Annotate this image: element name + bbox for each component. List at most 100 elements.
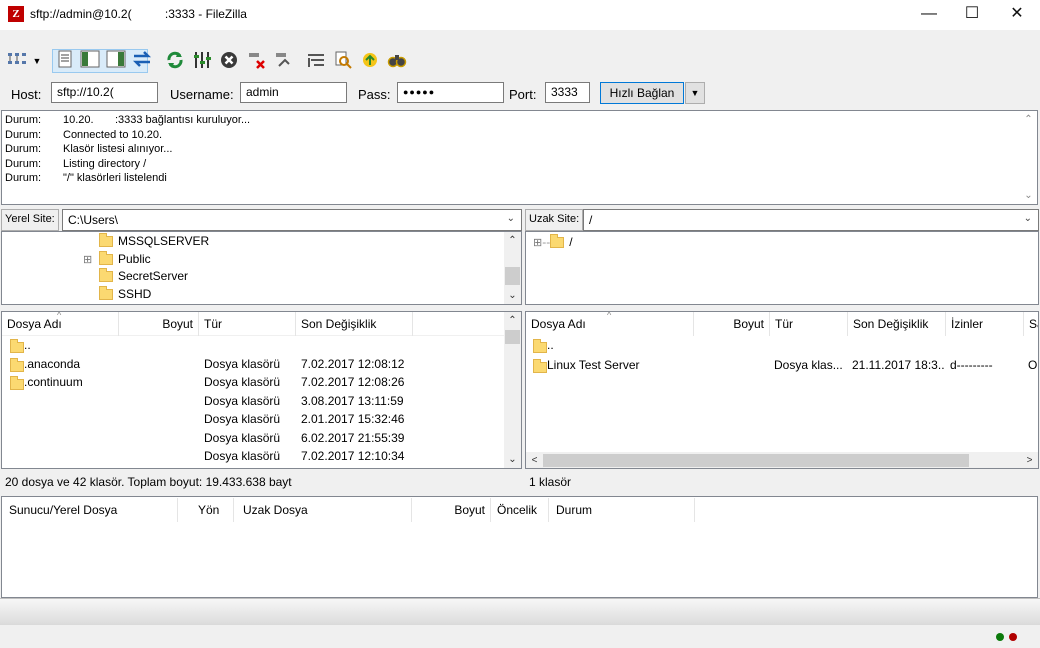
sync-browse-icon[interactable] <box>359 50 381 72</box>
column-header-size[interactable]: Boyut <box>119 312 199 336</box>
column-header-name[interactable]: Dosya Adı ^ <box>526 312 694 336</box>
minimize-button[interactable]: — <box>906 0 952 30</box>
disconnect-icon[interactable] <box>245 50 267 72</box>
tree-item[interactable]: SSHD <box>83 285 151 301</box>
file-row[interactable]: .. <box>2 338 505 356</box>
receive-indicator-icon <box>996 633 1004 641</box>
tree-item[interactable]: MSSQLSERVER <box>83 233 210 248</box>
filter-icon[interactable] <box>305 50 327 72</box>
username-input[interactable]: admin <box>240 82 347 103</box>
cancel-icon[interactable] <box>218 50 240 72</box>
column-header-modified[interactable]: Son Değişiklik <box>848 312 946 336</box>
remote-dir-tree[interactable]: ⊞-- / <box>525 231 1039 305</box>
scroll-down-arrow-icon[interactable]: ⌄ <box>504 287 521 304</box>
local-tree-scrollbar[interactable]: ⌃ ⌄ <box>504 232 521 304</box>
column-header-remote-file[interactable]: Uzak Dosya <box>234 498 412 522</box>
folder-icon <box>550 234 565 249</box>
local-path-combo[interactable]: C:\Users\ ⌄ <box>62 209 522 231</box>
scroll-left-arrow-icon[interactable]: < <box>526 452 543 468</box>
scroll-up-arrow-icon[interactable]: ⌃ <box>504 232 521 249</box>
scrollbar-thumb[interactable] <box>505 267 520 285</box>
refresh-icon[interactable] <box>164 50 186 72</box>
close-button[interactable]: ✕ <box>994 0 1040 30</box>
log-entry-message: Listing directory / <box>63 157 147 170</box>
reconnect-icon[interactable] <box>272 50 294 72</box>
file-name: .. <box>24 338 31 352</box>
message-log[interactable]: Durum: 10.20. :3333 bağlantısı kuruluyor.… <box>1 110 1038 205</box>
column-header-permissions[interactable]: İzinler <box>946 312 1024 336</box>
expand-icon[interactable]: ⊞ <box>83 253 99 266</box>
file-row[interactable]: Dosya klasörü 6.02.2017 21:55:39 <box>2 431 505 449</box>
log-scrollbar[interactable]: ⌃ ⌄ <box>1020 111 1037 204</box>
title-bar: Z sftp://admin@10.2( :3333 - FileZilla —… <box>0 0 1040 30</box>
file-row[interactable]: .anaconda Dosya klasörü 7.02.2017 12:08:12 <box>2 357 505 375</box>
site-manager-dropdown-icon[interactable]: ▼ <box>30 50 44 72</box>
transfer-queue-toggle-icon[interactable] <box>131 50 153 72</box>
column-header-type[interactable]: Tür <box>199 312 296 336</box>
tree-item-label: Public <box>118 251 151 266</box>
column-header-size[interactable]: Boyut <box>412 498 491 522</box>
chevron-down-icon[interactable]: ⌄ <box>1024 213 1032 224</box>
password-label: Pass: <box>358 87 391 102</box>
maximize-button[interactable]: ☐ <box>949 0 995 30</box>
local-tree-toggle-icon[interactable] <box>79 50 101 72</box>
tree-item[interactable]: SecretServer <box>83 268 188 283</box>
column-header-owner[interactable]: Sa <box>1024 312 1038 336</box>
file-name: Linux Test Server <box>547 357 640 372</box>
message-log-toggle-icon[interactable] <box>54 50 76 72</box>
quickconnect-history-dropdown[interactable]: ▼ <box>685 82 705 104</box>
chevron-down-icon[interactable]: ⌄ <box>507 213 515 224</box>
column-header-direction[interactable]: Yön <box>178 498 234 522</box>
local-list-scrollbar[interactable]: ⌃ ⌄ <box>504 312 521 468</box>
column-header-size[interactable]: Boyut <box>694 312 770 336</box>
search-icon[interactable] <box>386 50 408 72</box>
scrollbar-thumb[interactable] <box>505 330 520 344</box>
file-type: Dosya klasörü <box>204 375 281 389</box>
log-entry-type: Durum: <box>5 157 42 170</box>
column-header-server-local-file[interactable]: Sunucu/Yerel Dosya <box>4 498 178 522</box>
site-manager-icon[interactable] <box>6 50 28 72</box>
file-row[interactable]: Dosya klasörü 7.02.2017 12:10:34 <box>2 449 505 467</box>
remote-list-hscrollbar[interactable]: < > <box>526 452 1038 468</box>
file-row[interactable]: Dosya klasörü 2.01.2017 15:32:46 <box>2 412 505 430</box>
tree-item[interactable]: ⊞ Public <box>83 250 151 266</box>
remote-site-label: Uzak Site: <box>525 209 584 231</box>
log-entry-message: 10.20. :3333 bağlantısı kuruluyor... <box>63 114 251 126</box>
transfer-queue[interactable]: Sunucu/Yerel Dosya Yön Uzak Dosya Boyut … <box>1 496 1038 598</box>
quickconnect-button[interactable]: Hızlı Bağlan <box>600 82 684 104</box>
file-row[interactable]: Dosya klasörü 3.08.2017 13:11:59 <box>2 394 505 412</box>
column-header-status[interactable]: Durum <box>549 498 695 522</box>
file-row[interactable]: .. <box>526 338 1038 356</box>
status-bar <box>0 624 1040 648</box>
column-header-priority[interactable]: Öncelik <box>491 498 549 522</box>
file-row[interactable]: .continuum Dosya klasörü 7.02.2017 12:08:2… <box>2 375 505 393</box>
port-input[interactable]: 3333 <box>545 82 590 103</box>
scroll-up-arrow-icon[interactable]: ⌃ <box>1020 111 1037 128</box>
compare-icon[interactable] <box>332 50 354 72</box>
expand-icon[interactable]: ⊞ <box>533 237 542 249</box>
scroll-down-arrow-icon[interactable]: ⌄ <box>1020 187 1037 204</box>
tree-item-root[interactable]: ⊞-- / <box>533 234 573 249</box>
folder-icon <box>533 339 547 353</box>
local-dir-tree[interactable]: MSSQLSERVER ⊞ Public SecretServer SSHD ⌃ ⌄ <box>1 231 522 305</box>
log-entry-type: Durum: <box>5 143 42 156</box>
process-queue-icon[interactable] <box>191 50 213 72</box>
remote-tree-toggle-icon[interactable] <box>105 50 127 72</box>
folder-icon <box>99 268 113 283</box>
password-input[interactable]: ●●●●● <box>397 82 504 103</box>
file-row[interactable]: Linux Test Server Dosya klas... 21.11.2017… <box>526 358 1038 376</box>
column-header-name[interactable]: Dosya Adı ^ <box>2 312 119 336</box>
column-header-type[interactable]: Tür <box>770 312 848 336</box>
host-input[interactable]: sftp://10.2( <box>51 82 158 103</box>
column-header-modified[interactable]: Son Değişiklik <box>296 312 413 336</box>
window-title: sftp://admin@10.2( :3333 - FileZilla <box>30 7 247 21</box>
scroll-right-arrow-icon[interactable]: > <box>1021 452 1038 468</box>
local-file-list[interactable]: Dosya Adı ^ Boyut Tür Son Değişiklik .. .a… <box>1 311 522 469</box>
tree-item-label: MSSQLSERVER <box>118 234 210 248</box>
log-entry-type: Durum: <box>5 128 42 141</box>
remote-path-combo[interactable]: / ⌄ <box>583 209 1039 231</box>
scroll-down-arrow-icon[interactable]: ⌄ <box>504 451 521 468</box>
scroll-up-arrow-icon[interactable]: ⌃ <box>504 312 521 329</box>
remote-file-list[interactable]: Dosya Adı ^ Boyut Tür Son Değişiklik İzin… <box>525 311 1039 469</box>
scrollbar-thumb[interactable] <box>543 454 969 467</box>
